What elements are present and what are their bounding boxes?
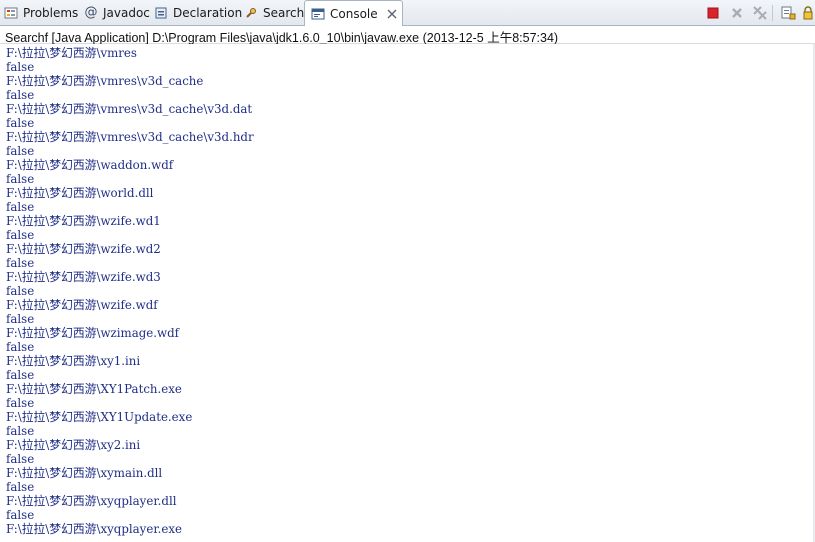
- terminate-icon: [707, 7, 719, 19]
- lock-icon: [803, 6, 813, 20]
- console-value-line: false: [6, 144, 35, 158]
- search-icon: [246, 8, 256, 18]
- console-path-line: F:\拉拉\梦幻西游\wzife.wdf: [6, 298, 158, 312]
- tab-search-label: Search: [263, 6, 305, 20]
- tab-problems-label: Problems: [23, 6, 79, 20]
- console-path-line: F:\拉拉\梦幻西游\wzimage.wdf: [6, 326, 180, 340]
- tab-declaration-label: Declaration: [173, 6, 243, 20]
- tab-problems[interactable]: Problems: [4, 0, 78, 26]
- at-sign-icon: @: [84, 5, 98, 20]
- scroll-lock-icon: [781, 6, 796, 20]
- console-value-line: false: [6, 452, 35, 466]
- console-path-line: F:\拉拉\梦幻西游\XY1Update.exe: [6, 410, 193, 424]
- console-path-line: F:\拉拉\梦幻西游\xyqplayer.dll: [6, 494, 177, 508]
- close-tab-icon[interactable]: [386, 8, 398, 20]
- remove-launch-icon: [732, 8, 742, 18]
- console-value-line: false: [6, 284, 35, 298]
- console-value-line: false: [6, 200, 35, 214]
- remove-all-terminated-button[interactable]: [751, 4, 769, 22]
- console-path-line: F:\拉拉\梦幻西游\wzife.wd3: [6, 270, 161, 284]
- console-path-line: F:\拉拉\梦幻西游\vmres\v3d_cache\v3d.hdr: [6, 130, 254, 144]
- console-path-line: F:\拉拉\梦幻西游\wzife.wd1: [6, 214, 161, 228]
- console-value-line: false: [6, 228, 35, 242]
- console-value-line: false: [6, 116, 35, 130]
- terminate-button[interactable]: [704, 4, 722, 22]
- console-path-line: F:\拉拉\梦幻西游\vmres\v3d_cache: [6, 74, 204, 88]
- console-path-line: F:\拉拉\梦幻西游\xy2.ini: [6, 438, 141, 452]
- console-value-line: false: [6, 88, 35, 102]
- tab-console-label: Console: [330, 6, 378, 21]
- console-value-line: false: [6, 368, 35, 382]
- scroll-lock-button[interactable]: [779, 4, 797, 22]
- console-output[interactable]: F:\拉拉\梦幻西游\vmres false F:\拉拉\梦幻西游\vmres\v3…: [0, 44, 815, 542]
- console-path-line: F:\拉拉\梦幻西游\wzife.wd2: [6, 242, 161, 256]
- tab-declaration[interactable]: Declaration: [154, 0, 242, 26]
- remove-launch-button[interactable]: [728, 4, 746, 22]
- console-value-line: false: [6, 480, 35, 494]
- view-tab-bar: Problems @ Javadoc Declaration Search Co…: [0, 0, 815, 27]
- remove-all-terminated-icon: [753, 6, 767, 20]
- console-path-line: F:\拉拉\梦幻西游\waddon.wdf: [6, 158, 174, 172]
- console-value-line: false: [6, 508, 35, 522]
- console-path-line: F:\拉拉\梦幻西游\world.dll: [6, 186, 154, 200]
- console-path-line: F:\拉拉\梦幻西游\xyqplayer.exe: [6, 522, 183, 536]
- console-path-line: F:\拉拉\梦幻西游\xy1.ini: [6, 354, 141, 368]
- tab-javadoc-label: Javadoc: [103, 6, 150, 20]
- toolbar-separator: [772, 5, 773, 21]
- console-value-line: false: [6, 340, 35, 354]
- console-value-line: false: [6, 424, 35, 438]
- problems-icon: [4, 7, 18, 19]
- console-path-line: F:\拉拉\梦幻西游\XY1Patch.exe: [6, 382, 182, 396]
- console-icon: [311, 8, 325, 19]
- console-path-line: F:\拉拉\梦幻西游\vmres: [6, 46, 137, 60]
- console-path-line: F:\拉拉\梦幻西游\xymain.dll: [6, 466, 163, 480]
- tab-search[interactable]: Search: [244, 0, 304, 26]
- console-value-line: false: [6, 312, 35, 326]
- pin-console-button[interactable]: [801, 4, 815, 22]
- tab-console[interactable]: Console: [304, 0, 403, 27]
- console-header: Searchf [Java Application] D:\Program Fi…: [0, 26, 815, 45]
- console-value-line: false: [6, 60, 35, 74]
- declaration-icon: [155, 7, 167, 19]
- console-value-line: false: [6, 172, 35, 186]
- tab-javadoc[interactable]: @ Javadoc: [84, 0, 150, 26]
- console-value-line: false: [6, 256, 35, 270]
- console-value-line: false: [6, 396, 35, 410]
- console-path-line: F:\拉拉\梦幻西游\vmres\v3d_cache\v3d.dat: [6, 102, 253, 116]
